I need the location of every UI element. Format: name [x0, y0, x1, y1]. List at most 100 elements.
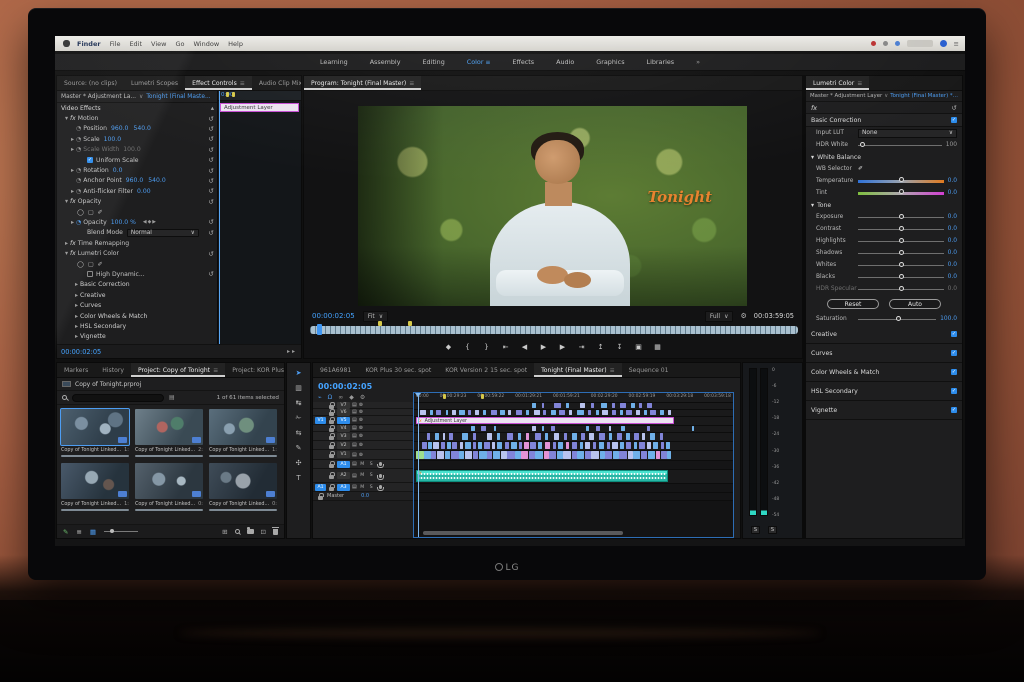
razor-tool[interactable]: ✁ — [296, 414, 302, 422]
timeline-clip[interactable] — [592, 442, 597, 449]
lock-icon[interactable] — [329, 416, 335, 424]
menubar-app-name[interactable]: Finder — [77, 40, 101, 48]
timeline-clip[interactable] — [659, 410, 665, 415]
disclosure-icon[interactable]: ▸ — [69, 167, 76, 174]
timeline-clip[interactable] — [544, 433, 548, 440]
timeline-clip[interactable] — [525, 433, 529, 440]
timeline-clip[interactable] — [611, 403, 615, 408]
ec-row-rotation[interactable]: ▸ ◔ Rotation 0.0 ↺ — [57, 165, 217, 175]
timeline-clip[interactable] — [613, 451, 619, 459]
timeline-clip[interactable] — [541, 426, 545, 431]
reset-button[interactable]: Reset — [827, 299, 879, 309]
tone-value[interactable]: 0.0 — [948, 238, 957, 244]
track-lane-a2[interactable]: fx — [414, 470, 733, 484]
sync-lock-icon[interactable]: ▤ — [352, 409, 357, 415]
timeline-clip[interactable] — [452, 410, 456, 415]
clip-thumbnail[interactable] — [209, 463, 277, 499]
timeline-clip[interactable] — [591, 451, 599, 459]
marker-icon[interactable] — [378, 321, 383, 326]
timeline-clip[interactable] — [619, 410, 623, 415]
timeline-clip[interactable] — [543, 410, 547, 415]
ec-row-video-effects[interactable]: Video Effects ▴ — [57, 103, 217, 113]
chevron-down-icon[interactable]: ∨ — [884, 93, 888, 99]
temperature-slider[interactable] — [858, 177, 944, 183]
ec-row-vignette[interactable]: ▸ Vignette — [57, 332, 217, 342]
param-value[interactable]: 100.0 — [123, 146, 140, 153]
sync-lock-icon[interactable]: ▤ — [352, 442, 357, 448]
extract-button[interactable]: ↧ — [616, 343, 624, 351]
slip-tool[interactable]: ⇆ — [296, 429, 302, 437]
track-header-v3[interactable]: V3 ▤ ⊚ — [313, 432, 413, 441]
reset-icon[interactable]: ↺ — [209, 218, 214, 226]
timeline-clip[interactable] — [571, 433, 578, 440]
new-item-icon[interactable]: ⊡ — [261, 528, 266, 536]
clip-thumbnail[interactable] — [60, 408, 130, 446]
timeline-clip[interactable] — [535, 451, 543, 459]
timeline-playhead[interactable] — [415, 393, 422, 537]
lift-button[interactable]: ↥ — [597, 343, 605, 351]
timeline-clip[interactable] — [599, 451, 605, 459]
add-marker-button[interactable]: ◆ — [445, 343, 453, 351]
mute-button[interactable]: M — [359, 462, 366, 467]
track-header-v4[interactable]: V4 ▤ ⊚ — [313, 424, 413, 432]
param-value[interactable]: 100.0 — [104, 136, 121, 143]
sync-lock-icon[interactable]: ▤ — [352, 452, 357, 458]
reset-icon[interactable]: ↺ — [209, 156, 214, 164]
disclosure-icon[interactable]: ▸ — [73, 281, 80, 288]
panel-menu-icon[interactable]: ≡ — [213, 367, 218, 374]
ec-row-basic-correction[interactable]: ▸ Basic Correction — [57, 280, 217, 290]
sync-lock-icon[interactable]: ▤ — [352, 425, 357, 431]
timeline-settings-icon[interactable]: ⚙ — [360, 394, 365, 401]
track-lane-v2[interactable] — [414, 442, 733, 451]
timeline-clip[interactable] — [634, 442, 638, 449]
lock-icon[interactable] — [329, 472, 335, 479]
param-value[interactable]: 540.0 — [148, 177, 165, 184]
section-curves[interactable]: Curves ✓ — [806, 344, 962, 363]
checkbox-checked-icon[interactable]: ✓ — [951, 407, 957, 413]
timeline-clip[interactable] — [653, 442, 659, 449]
voiceover-mic-icon[interactable] — [377, 473, 385, 480]
timeline-clip[interactable] — [465, 442, 471, 449]
timeline-clip[interactable] — [599, 433, 606, 440]
filter-icon[interactable]: ▤ — [169, 394, 175, 401]
timeline-clip[interactable] — [447, 442, 451, 449]
checkbox-checked-icon[interactable]: ✓ — [951, 117, 957, 123]
toggle-track-output-icon[interactable]: ⊚ — [359, 402, 363, 408]
timeline-clip[interactable] — [480, 426, 487, 431]
ec-row-hsl-secondary[interactable]: ▸ HSL Secondary — [57, 321, 217, 331]
reset-icon[interactable]: ↺ — [209, 250, 214, 258]
timeline-clip[interactable] — [421, 442, 427, 449]
timeline-clip[interactable] — [524, 442, 529, 449]
source-patch[interactable] — [315, 442, 326, 449]
source-patch[interactable]: V1 — [315, 416, 326, 424]
ec-footer-icons[interactable]: ▸▸ — [287, 348, 297, 355]
timeline-clip[interactable] — [516, 410, 523, 415]
track-lane-v7[interactable] — [414, 403, 733, 410]
solo-button[interactable]: S — [368, 473, 375, 478]
timeline-clip[interactable] — [557, 442, 564, 449]
mask-shapes-icons[interactable]: ◯▢✐ — [77, 261, 107, 268]
timeline-clip[interactable] — [496, 433, 501, 440]
track-target-button[interactable]: V2 — [337, 441, 350, 449]
timeline-clip[interactable] — [474, 410, 480, 415]
clip-card[interactable]: Copy of Tonight Linked...0:56 — [135, 463, 203, 511]
tone-value[interactable]: 0.0 — [948, 214, 957, 220]
search-input[interactable] — [72, 393, 164, 402]
timeline-clip[interactable] — [595, 410, 600, 415]
timeline-clip[interactable] — [442, 433, 446, 440]
timeline-clip[interactable] — [460, 442, 464, 449]
timeline-clip[interactable] — [595, 426, 601, 431]
workspace-tab-libraries[interactable]: Libraries — [647, 58, 675, 66]
hdr-white-slider[interactable] — [858, 142, 942, 147]
timeline-clip[interactable] — [661, 442, 665, 449]
timeline-clip[interactable] — [626, 410, 633, 415]
timeline-clip[interactable] — [538, 442, 543, 449]
voiceover-mic-icon[interactable] — [377, 462, 385, 468]
timeline-clip[interactable] — [554, 433, 559, 440]
sync-lock-icon[interactable]: ▤ — [352, 417, 357, 423]
timeline-clip[interactable] — [551, 410, 556, 415]
timeline-clip[interactable] — [565, 442, 570, 449]
timeline-clip[interactable] — [584, 442, 591, 449]
workspace-tab-assembly[interactable]: Assembly — [370, 58, 401, 66]
menubar-item-edit[interactable]: Edit — [129, 40, 142, 48]
